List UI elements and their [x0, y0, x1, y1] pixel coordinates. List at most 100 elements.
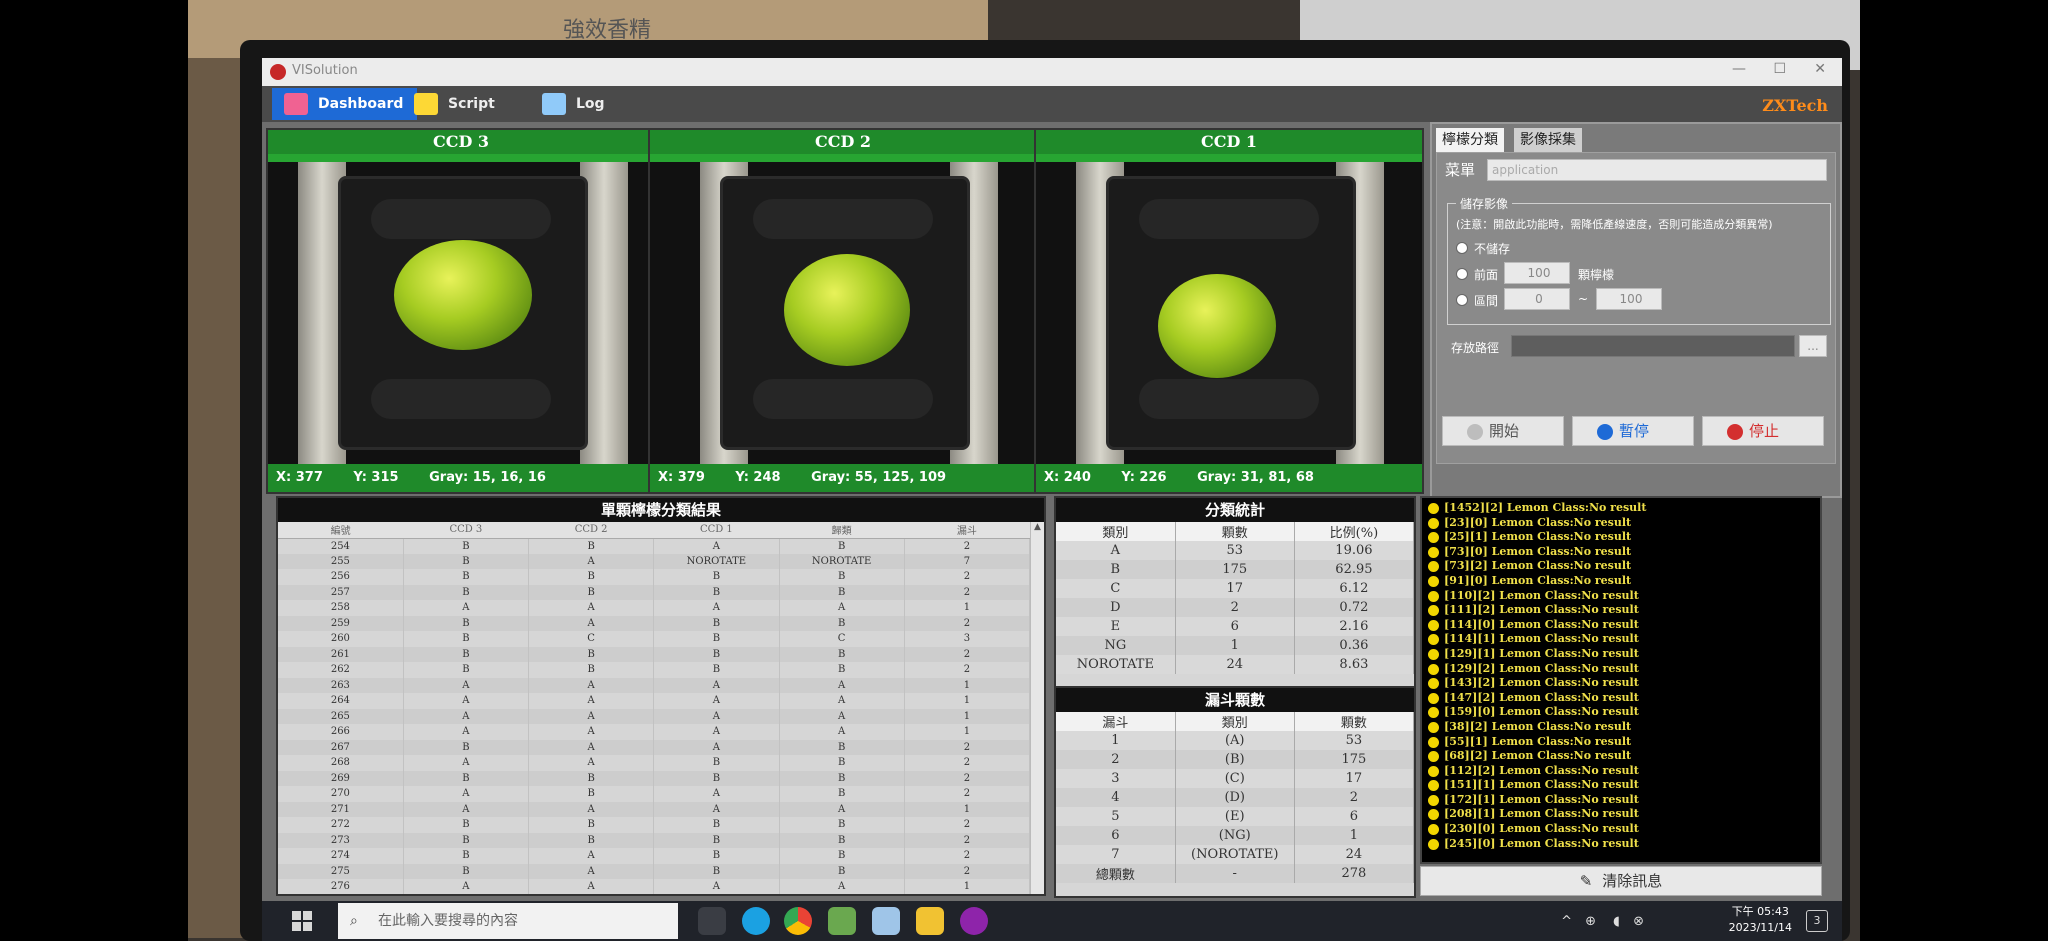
table-row[interactable]: 263 A A A A 1: [278, 677, 1031, 693]
menu-log[interactable]: Log: [530, 88, 619, 120]
table-row[interactable]: 270 A B A B 2: [278, 786, 1031, 802]
table-row[interactable]: 266 A A A A 1: [278, 724, 1031, 740]
minimize-icon[interactable]: —: [1732, 61, 1746, 77]
funnel-row[interactable]: 2 (B) 175: [1056, 750, 1414, 769]
table-row[interactable]: 269 B B B B 2: [278, 770, 1031, 786]
task-view-icon[interactable]: [698, 907, 726, 935]
funnel-row[interactable]: 7 (NOROTATE) 24: [1056, 845, 1414, 864]
stats-row[interactable]: NOROTATE 24 8.63: [1056, 655, 1414, 674]
edge-icon[interactable]: [742, 907, 770, 935]
radio-no-save[interactable]: [1456, 242, 1468, 254]
table-row[interactable]: 267 B A A B 2: [278, 739, 1031, 755]
menu-dashboard[interactable]: Dashboard: [272, 88, 418, 120]
stats-row[interactable]: E 6 2.16: [1056, 617, 1414, 636]
path-input[interactable]: [1511, 335, 1795, 357]
table-row[interactable]: 256 B B B B 2: [278, 569, 1031, 585]
windows-start-icon[interactable]: [292, 911, 312, 931]
range-to-input[interactable]: 100: [1596, 288, 1662, 310]
results-cell: 266: [278, 724, 404, 740]
results-cell: 263: [278, 677, 404, 693]
funnel-row[interactable]: 6 (NG) 1: [1056, 826, 1414, 845]
scroll-up-icon[interactable]: ▲: [1031, 522, 1044, 532]
radio-no-save-label: 不儲存: [1474, 242, 1511, 256]
results-cell: B: [653, 832, 780, 848]
camera-image[interactable]: [1036, 162, 1422, 468]
table-row[interactable]: 259 B A B B 2: [278, 615, 1031, 631]
table-row[interactable]: 257 B B B B 2: [278, 584, 1031, 600]
stats-row[interactable]: NG 1 0.36: [1056, 636, 1414, 655]
file-explorer-icon[interactable]: [916, 907, 944, 935]
taskbar-search-input[interactable]: ⌕ 在此輸入要搜尋的內容: [338, 903, 678, 939]
clear-messages-button[interactable]: ✎ 清除訊息: [1420, 866, 1822, 896]
radio-first[interactable]: [1456, 268, 1468, 280]
table-row[interactable]: 260 B C B C 3: [278, 631, 1031, 647]
funnel-cell: 175: [1294, 750, 1414, 769]
browse-button[interactable]: ...: [1799, 335, 1827, 357]
table-row[interactable]: 271 A A A A 1: [278, 801, 1031, 817]
radio-range[interactable]: [1456, 294, 1468, 306]
funnel-row[interactable]: 5 (E) 6: [1056, 807, 1414, 826]
network-icon[interactable]: ⊕: [1585, 914, 1596, 929]
recipe-input[interactable]: application: [1487, 159, 1827, 181]
stats-row[interactable]: B 175 62.95: [1056, 560, 1414, 579]
camera-image[interactable]: [650, 162, 1036, 468]
notification-icon[interactable]: 3: [1806, 910, 1828, 932]
table-row[interactable]: 265 A A A A 1: [278, 708, 1031, 724]
table-row[interactable]: 272 B B B B 2: [278, 817, 1031, 833]
tab-lemon-classification[interactable]: 檸檬分類: [1436, 128, 1504, 152]
funnel-cell: 2: [1294, 788, 1414, 807]
tab-image-capture[interactable]: 影像採集: [1514, 128, 1582, 152]
funnel-row[interactable]: 1 (A) 53: [1056, 731, 1414, 750]
table-row[interactable]: 274 B A B B 2: [278, 848, 1031, 864]
table-row[interactable]: 264 A A A A 1: [278, 693, 1031, 709]
table-row[interactable]: 273 B B B B 2: [278, 832, 1031, 848]
chrome-icon[interactable]: [784, 907, 812, 935]
start-button[interactable]: 開始: [1442, 416, 1564, 446]
volume-icon[interactable]: ◖: [1613, 914, 1620, 929]
table-row[interactable]: 275 B A B B 2: [278, 863, 1031, 879]
results-header-cell: 漏斗: [904, 522, 1030, 539]
stats-row[interactable]: C 17 6.12: [1056, 579, 1414, 598]
camera-image[interactable]: [268, 162, 654, 468]
results-cell: 265: [278, 708, 404, 724]
funnel-row[interactable]: 4 (D) 2: [1056, 788, 1414, 807]
funnel-row[interactable]: 3 (C) 17: [1056, 769, 1414, 788]
table-row[interactable]: 254 B B A B 2: [278, 538, 1031, 554]
stats-row[interactable]: A 53 19.06: [1056, 541, 1414, 560]
results-cell: A: [528, 739, 655, 755]
visolution-taskbar-icon[interactable]: [960, 907, 988, 935]
stop-button[interactable]: 停止: [1702, 416, 1824, 446]
range-from-input[interactable]: 0: [1504, 288, 1570, 310]
document-icon[interactable]: [872, 907, 900, 935]
message-log[interactable]: [1452][2] Lemon Class:No result [23][0] L…: [1420, 496, 1822, 864]
notepad-icon[interactable]: [828, 907, 856, 935]
first-count-input[interactable]: 100: [1504, 262, 1570, 284]
table-row[interactable]: 268 A A B B 2: [278, 755, 1031, 771]
results-scrollbar[interactable]: ▲: [1030, 522, 1044, 894]
funnel-cell: 3: [1056, 769, 1176, 788]
close-icon[interactable]: ✕: [1814, 61, 1826, 77]
results-cell: 2: [904, 848, 1031, 864]
table-row[interactable]: 261 B B B B 2: [278, 646, 1031, 662]
pause-button[interactable]: 暫停: [1572, 416, 1694, 446]
chevron-up-icon[interactable]: ^: [1561, 914, 1572, 929]
table-row[interactable]: 258 A A A A 1: [278, 600, 1031, 616]
table-row[interactable]: 276 A A A A 1: [278, 879, 1031, 894]
readout-y: Y: 315: [353, 470, 399, 485]
results-cell: A: [528, 677, 655, 693]
table-row[interactable]: 277BAAB2: [278, 895, 1030, 897]
menu-script[interactable]: Script: [402, 88, 509, 120]
results-cell: 270: [278, 786, 404, 802]
language-icon[interactable]: ⊗: [1633, 914, 1644, 929]
maximize-icon[interactable]: ☐: [1773, 61, 1786, 77]
results-cell: A: [653, 538, 780, 554]
log-entry-text: [111][2] Lemon Class:No result: [1444, 603, 1639, 617]
funnel-row[interactable]: 總顆數 -278: [1056, 864, 1414, 883]
roller: [371, 199, 551, 239]
funnel-cell: 總顆數: [1056, 864, 1176, 883]
table-row[interactable]: 255 B A NOROTATE NOROTATE 7: [278, 553, 1031, 569]
results-cell: A: [528, 615, 655, 631]
stats-row[interactable]: D 2 0.72: [1056, 598, 1414, 617]
table-row[interactable]: 262 B B B B 2: [278, 662, 1031, 678]
taskbar-clock[interactable]: 下午 05:43 2023/11/14: [1729, 904, 1792, 936]
